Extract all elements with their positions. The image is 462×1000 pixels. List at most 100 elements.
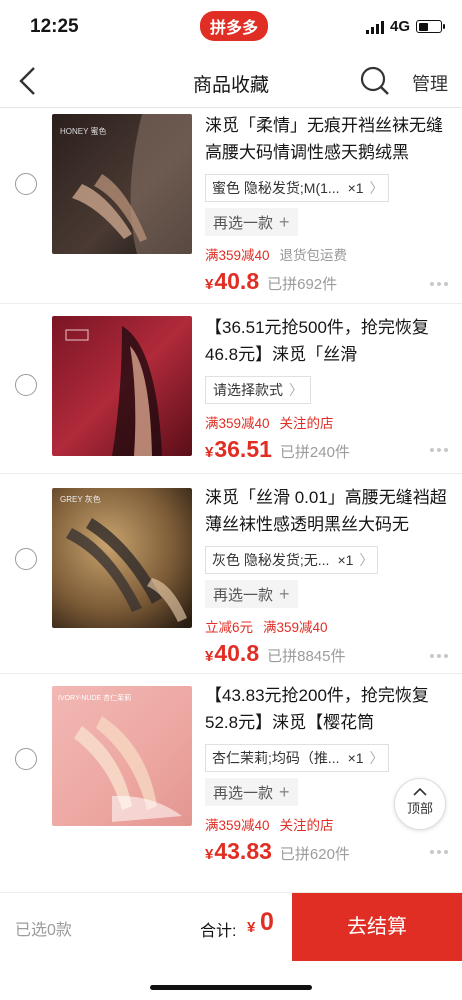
battery-icon: [416, 20, 445, 33]
promo-tag: 关注的店: [279, 416, 334, 431]
selected-count: 已选0款: [15, 922, 72, 939]
list-item[interactable]: GREY 灰色 涞觅「丝滑 0.01」高腰无缝裆超薄丝袜性感透明黑丝大码无 灰色…: [0, 474, 462, 674]
status-time: 12:25: [30, 16, 79, 37]
chevron-right-icon: 〉: [369, 750, 384, 766]
status-bar: 12:25 拼多多 4G: [0, 0, 462, 54]
total-label: 合计:: [200, 923, 237, 940]
promo-tags: 满359减40 关注的店: [205, 412, 455, 432]
price: 40.8: [214, 268, 260, 294]
promo-tag: 满359减40: [263, 620, 328, 635]
promo-tag: 满359减40: [205, 818, 270, 833]
price: 40.8: [214, 640, 260, 666]
more-options-icon[interactable]: [430, 282, 448, 286]
currency-symbol: ¥: [205, 846, 214, 863]
plus-icon: +: [279, 781, 290, 802]
reselect-button[interactable]: 再选一款 +: [205, 208, 298, 236]
thumb-caption: GREY 灰色: [60, 494, 101, 504]
spec-selector[interactable]: 灰色 隐秘发货;无... ×1 〉: [205, 546, 379, 574]
price: 43.83: [214, 838, 272, 864]
reselect-label: 再选一款: [213, 586, 274, 604]
checkout-bar: 已选0款 合计: ¥ 0 去结算: [0, 892, 462, 961]
spec-text: 蜜色 隐秘发货;M(1...: [212, 180, 340, 196]
signal-icon: [365, 20, 384, 34]
item-info: 涞觅「丝滑 0.01」高腰无缝裆超薄丝袜性感透明黑丝大码无 灰色 隐秘发货;无.…: [205, 484, 455, 667]
promo-tag: 关注的店: [279, 818, 334, 833]
more-options-icon[interactable]: [430, 850, 448, 854]
checkout-button[interactable]: 去结算: [292, 893, 462, 961]
reselect-label: 再选一款: [213, 214, 274, 232]
product-image[interactable]: [52, 316, 192, 456]
chevron-right-icon: 〉: [369, 180, 384, 196]
spec-text: 杏仁茉莉;均码（推...: [212, 750, 340, 766]
total-amount: 0: [260, 908, 274, 936]
back-to-top-button[interactable]: 顶部: [394, 778, 446, 830]
promo-tag: 满359减40: [205, 248, 270, 263]
back-to-top-label: 顶部: [406, 801, 433, 816]
home-indicator: [150, 985, 312, 990]
product-title[interactable]: 【36.51元抢500件，抢完恢复46.8元】涞觅「丝滑: [205, 314, 455, 368]
app-badge: 拼多多: [200, 11, 269, 41]
plus-icon: +: [279, 583, 290, 604]
spec-text: 灰色 隐秘发货;无...: [212, 552, 330, 568]
favorites-list: HONEY 蜜色 涞觅「柔情」无痕开裆丝袜无缝高腰大码情调性感天鹅绒黑 蜜色 隐…: [0, 108, 462, 884]
quantity: ×1: [347, 180, 364, 196]
promo-tag: 退货包运费: [279, 248, 348, 263]
item-info: 【43.83元抢200件，抢完恢复52.8元】涞觅【樱花筒 杏仁茉莉;均码（推.…: [205, 682, 455, 865]
currency-symbol: ¥: [205, 444, 214, 461]
manage-button[interactable]: 管理: [412, 70, 448, 96]
product-image[interactable]: HONEY 蜜色: [52, 114, 192, 254]
product-title[interactable]: 涞觅「柔情」无痕开裆丝袜无缝高腰大码情调性感天鹅绒黑: [205, 112, 455, 166]
product-image[interactable]: IVORY-NUDE 杏仁茉莉: [52, 686, 192, 826]
item-info: 涞觅「柔情」无痕开裆丝袜无缝高腰大码情调性感天鹅绒黑 蜜色 隐秘发货;M(1..…: [205, 112, 455, 295]
network-label: 4G: [389, 18, 410, 35]
sold-count: 已拼8845件: [267, 648, 346, 665]
product-image[interactable]: GREY 灰色: [52, 488, 192, 628]
promo-tags: 立减6元 满359减40: [205, 616, 455, 636]
select-checkbox[interactable]: [15, 748, 37, 770]
choose-style-button[interactable]: 请选择款式 〉: [205, 376, 311, 404]
spec-selector[interactable]: 蜜色 隐秘发货;M(1... ×1 〉: [205, 174, 389, 202]
select-checkbox[interactable]: [15, 173, 37, 195]
select-checkbox[interactable]: [15, 374, 37, 396]
price-row: ¥ 43.83 已拼620件: [205, 838, 455, 865]
list-item[interactable]: 【36.51元抢500件，抢完恢复46.8元】涞觅「丝滑 请选择款式 〉 满35…: [0, 304, 462, 474]
promo-tag: 满359减40: [205, 416, 270, 431]
list-item[interactable]: IVORY-NUDE 杏仁茉莉 【43.83元抢200件，抢完恢复52.8元】涞…: [0, 674, 462, 884]
thumb-caption: IVORY-NUDE 杏仁茉莉: [58, 693, 131, 702]
sold-count: 已拼620件: [279, 846, 350, 863]
choose-style-label: 请选择款式: [213, 382, 283, 398]
sold-count: 已拼692件: [267, 276, 338, 293]
search-icon[interactable]: [358, 64, 392, 98]
price-row: ¥ 40.8 已拼692件: [205, 268, 455, 295]
item-info: 【36.51元抢500件，抢完恢复46.8元】涞觅「丝滑 请选择款式 〉 满35…: [205, 314, 455, 463]
plus-icon: +: [279, 211, 290, 232]
chevron-up-icon: [413, 788, 427, 796]
total-currency: ¥: [247, 919, 256, 936]
more-options-icon[interactable]: [430, 448, 448, 452]
reselect-label: 再选一款: [213, 784, 274, 802]
nav-bar: 商品收藏 管理: [0, 54, 462, 108]
reselect-button[interactable]: 再选一款 +: [205, 778, 298, 806]
thumb-caption: HONEY 蜜色: [60, 126, 107, 136]
product-title[interactable]: 涞觅「丝滑 0.01」高腰无缝裆超薄丝袜性感透明黑丝大码无: [205, 484, 455, 538]
more-options-icon[interactable]: [430, 654, 448, 658]
chevron-right-icon: 〉: [359, 552, 374, 568]
price-row: ¥ 40.8 已拼8845件: [205, 640, 455, 667]
sold-count: 已拼240件: [279, 444, 350, 461]
spec-selector[interactable]: 杏仁茉莉;均码（推... ×1 〉: [205, 744, 389, 772]
list-item[interactable]: HONEY 蜜色 涞觅「柔情」无痕开裆丝袜无缝高腰大码情调性感天鹅绒黑 蜜色 隐…: [0, 108, 462, 304]
select-checkbox[interactable]: [15, 548, 37, 570]
currency-symbol: ¥: [205, 648, 214, 665]
promo-tag: 立减6元: [205, 620, 254, 635]
currency-symbol: ¥: [205, 276, 214, 293]
price-row: ¥ 36.51 已拼240件: [205, 436, 455, 463]
quantity: ×1: [337, 552, 354, 568]
product-title[interactable]: 【43.83元抢200件，抢完恢复52.8元】涞觅【樱花筒: [205, 682, 455, 736]
reselect-button[interactable]: 再选一款 +: [205, 580, 298, 608]
promo-tags: 满359减40 退货包运费: [205, 244, 455, 264]
chevron-right-icon: 〉: [289, 382, 303, 398]
quantity: ×1: [347, 750, 364, 766]
price: 36.51: [214, 436, 272, 462]
page-title: 商品收藏: [192, 75, 269, 96]
status-icons: 4G: [365, 18, 445, 35]
